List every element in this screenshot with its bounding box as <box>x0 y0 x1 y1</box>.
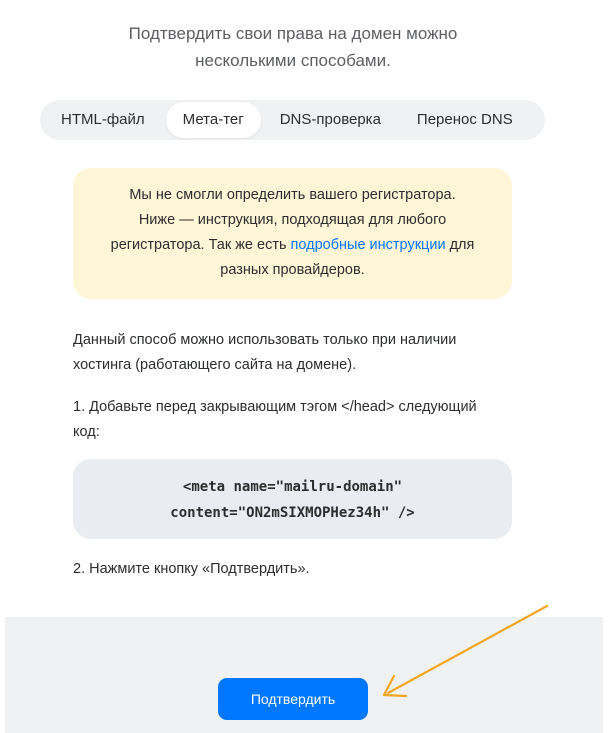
hosting-line-2: хостинга (работающего сайта на домене). <box>73 357 357 373</box>
step-1-line-2: код: <box>73 424 100 440</box>
intro-line-2: несколькими способами. <box>195 51 391 70</box>
step-1-text: 1. Добавьте перед закрывающим тэгом </he… <box>73 395 523 445</box>
intro-text: Подтвердить свои права на домен можно не… <box>0 20 586 74</box>
domain-verification-panel: Подтвердить свои права на домен можно не… <box>0 0 608 733</box>
code-line-2: content="ON2mSIXMOPHez34h" /> <box>170 505 415 521</box>
code-line-1: <meta name="mailru-domain" <box>182 479 403 495</box>
tab-html-file[interactable]: HTML-файл <box>44 102 162 138</box>
notice-line-3-end: для <box>445 237 475 253</box>
notice-line-2: Ниже — инструкция, подходящая для любого <box>138 212 447 228</box>
notice-line-3-start: регистратора. Так же есть <box>110 237 291 253</box>
notice-line-1: Мы не смогли определить вашего регистрат… <box>129 187 456 203</box>
detailed-instructions-link[interactable]: подробные инструкции <box>291 237 446 253</box>
meta-tag-code-block[interactable]: <meta name="mailru-domain" content="ON2m… <box>73 459 512 539</box>
confirm-button[interactable]: Подтвердить <box>218 678 368 720</box>
hosting-line-1: Данный способ можно использовать только … <box>73 332 457 348</box>
hosting-requirement-text: Данный способ можно использовать только … <box>73 328 523 378</box>
step-2-text: 2. Нажмите кнопку «Подтвердить». <box>73 561 310 577</box>
intro-line-1: Подтвердить свои права на домен можно <box>128 24 458 43</box>
step-1-line-1: 1. Добавьте перед закрывающим тэгом </he… <box>73 399 477 415</box>
verification-method-tabs: HTML-файл Мета-тег DNS-проверка Перенос … <box>40 100 545 140</box>
tab-dns-check[interactable]: DNS-проверка <box>263 102 398 138</box>
tab-meta-tag[interactable]: Мета-тег <box>165 102 261 138</box>
tab-dns-transfer[interactable]: Перенос DNS <box>400 102 530 138</box>
registrar-notice: Мы не смогли определить вашего регистрат… <box>73 168 512 299</box>
notice-line-3: регистратора. Так же есть подробные инст… <box>73 233 512 258</box>
notice-line-4: разных провайдеров. <box>220 262 365 278</box>
